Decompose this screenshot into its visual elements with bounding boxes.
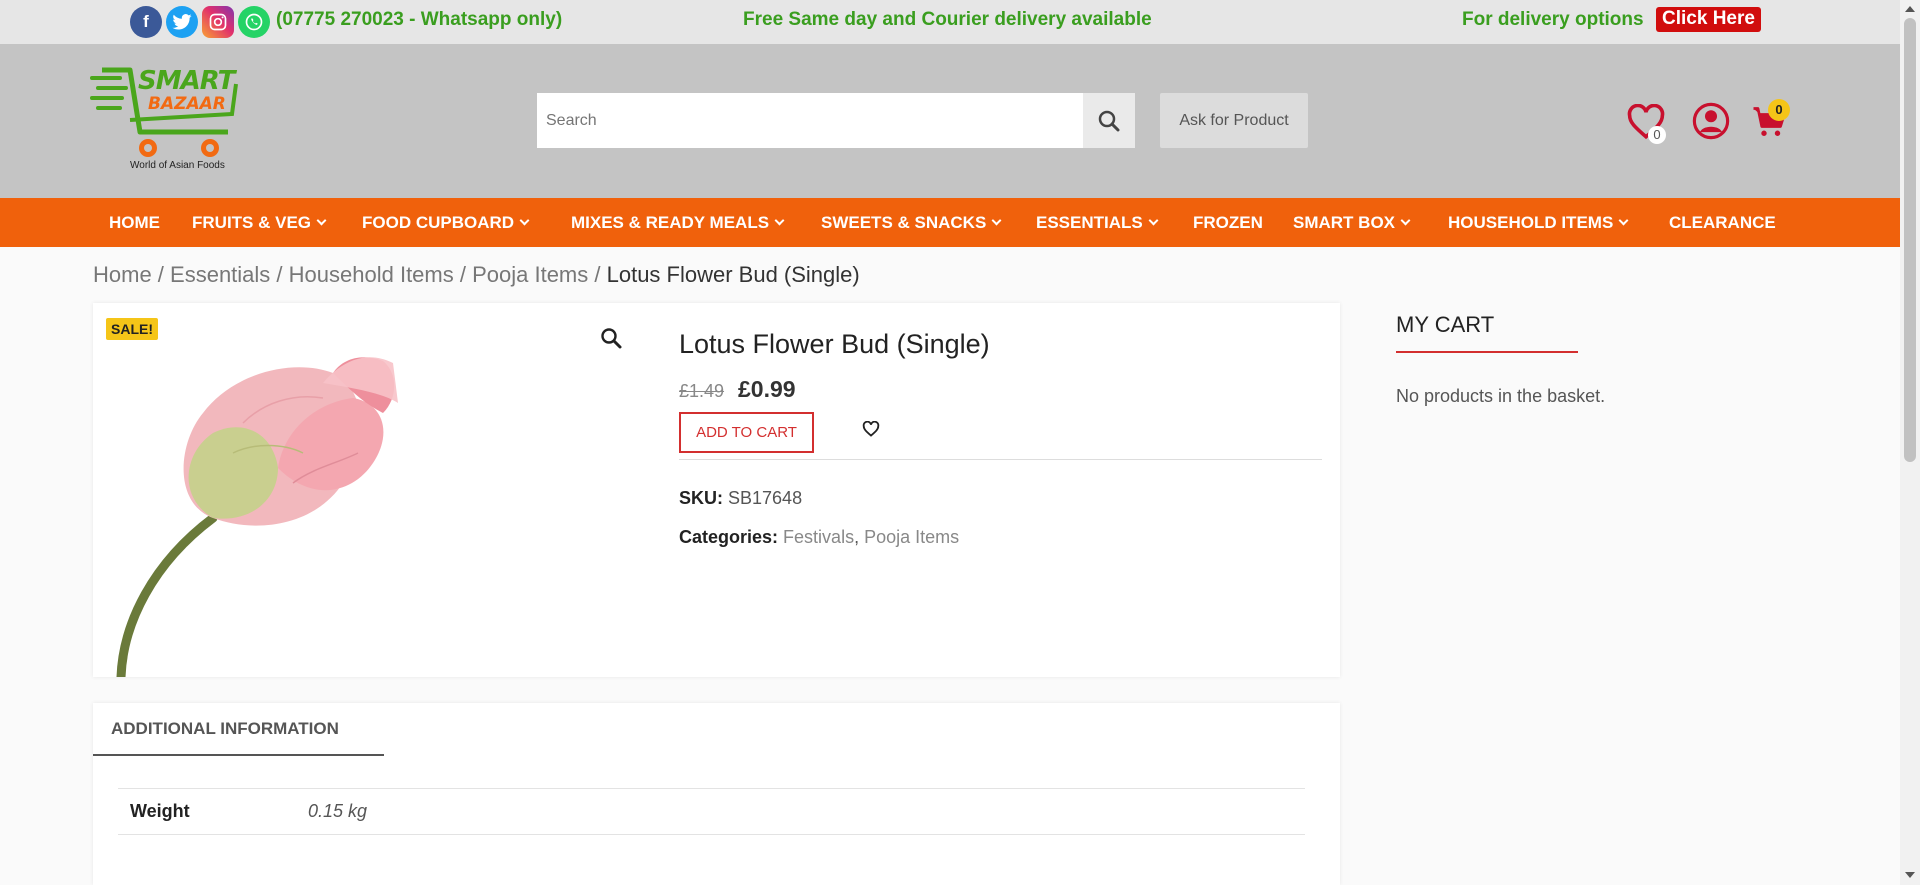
logo-tagline: World of Asian Foods (130, 160, 225, 171)
product-image[interactable]: SALE! (93, 303, 653, 677)
user-icon (1692, 102, 1730, 140)
nav-label: HOME (109, 213, 160, 232)
search-button[interactable] (1083, 93, 1135, 148)
click-here-button[interactable]: Click Here (1656, 7, 1761, 32)
nav-label: HOUSEHOLD ITEMS (1448, 213, 1614, 232)
categories-label: Categories: (679, 527, 779, 547)
breadcrumb-pooja-items[interactable]: Pooja Items (472, 262, 588, 287)
category-link-pooja-items[interactable]: Pooja Items (864, 527, 959, 547)
nav-fruits-veg[interactable]: FRUITS & VEG (192, 198, 327, 247)
nav-label: CLEARANCE (1669, 213, 1776, 232)
chevron-down-icon (774, 215, 785, 226)
facebook-icon[interactable]: f (130, 6, 162, 38)
nav-label: SMART BOX (1293, 213, 1395, 232)
old-price: £1.49 (679, 381, 725, 401)
add-to-wishlist-button[interactable] (862, 420, 880, 442)
product-title: Lotus Flower Bud (Single) (679, 329, 990, 359)
instagram-icon[interactable] (202, 6, 234, 38)
tab-additional-information[interactable]: ADDITIONAL INFORMATION (111, 719, 339, 739)
scrollbar-thumb[interactable] (1904, 18, 1916, 462)
nav-smart-box[interactable]: SMART BOX (1293, 198, 1411, 247)
social-links: f (130, 6, 270, 38)
weight-label: Weight (130, 801, 190, 821)
nav-home[interactable]: HOME (109, 198, 160, 247)
sale-price: £0.99 (738, 376, 796, 402)
delivery-options-text: For delivery options (1462, 9, 1644, 30)
chevron-down-icon (519, 215, 530, 226)
category-separator: , (854, 527, 860, 547)
weight-value: 0.15 kg (308, 801, 368, 821)
nav-essentials[interactable]: ESSENTIALS (1036, 198, 1159, 247)
nav-food-cupboard[interactable]: FOOD CUPBOARD (362, 198, 530, 247)
breadcrumb-separator: / (588, 262, 607, 287)
top-bar: f (07775 270023 - Whatsapp only) Free Sa… (0, 0, 1900, 44)
scroll-down-arrow-icon[interactable] (1905, 872, 1915, 878)
whatsapp-phone[interactable]: (07775 270023 - Whatsapp only) (276, 9, 562, 31)
divider (679, 459, 1322, 460)
logo-text-smart: SMART (138, 66, 235, 96)
nav-mixes-ready-meals[interactable]: MIXES & READY MEALS (571, 198, 785, 247)
zoom-icon[interactable] (599, 326, 623, 357)
attribute-row-weight: Weight 0.15 kg (118, 788, 1305, 835)
nav-label: MIXES & READY MEALS (571, 213, 770, 232)
categories-row: Categories: Festivals, Pooja Items (679, 527, 959, 548)
chevron-down-icon (1400, 215, 1411, 226)
nav-label: FOOD CUPBOARD (362, 213, 515, 232)
page-scrollbar[interactable] (1900, 0, 1920, 885)
nav-label: FROZEN (1193, 213, 1263, 232)
breadcrumb-separator: / (453, 262, 473, 287)
lotus-bud-image (116, 357, 398, 677)
nav-label: SWEETS & SNACKS (821, 213, 987, 232)
ask-for-product-button[interactable]: Ask for Product (1160, 93, 1308, 148)
whatsapp-icon[interactable] (238, 6, 270, 38)
chevron-down-icon (1618, 215, 1629, 226)
add-to-cart-button[interactable]: ADD TO CART (679, 412, 814, 453)
product-tabs: ADDITIONAL INFORMATION Weight 0.15 kg (93, 703, 1340, 885)
site-header: SMART BAZAAR World of Asian Foods Ask fo… (0, 44, 1900, 198)
logo-text-bazaar: BAZAAR (148, 94, 226, 114)
nav-frozen[interactable]: FROZEN (1193, 198, 1263, 247)
chevron-down-icon (991, 215, 1002, 226)
breadcrumb-household-items[interactable]: Household Items (289, 262, 454, 287)
chevron-down-icon (316, 215, 327, 226)
breadcrumb-separator: / (151, 262, 171, 287)
nav-label: FRUITS & VEG (192, 213, 312, 232)
breadcrumb: Home / Essentials / Household Items / Po… (93, 262, 860, 288)
nav-household-items[interactable]: HOUSEHOLD ITEMS (1448, 198, 1629, 247)
nav-sweets-snacks[interactable]: SWEETS & SNACKS (821, 198, 1002, 247)
breadcrumb-current: Lotus Flower Bud (Single) (606, 262, 860, 287)
category-link-festivals[interactable]: Festivals (783, 527, 854, 547)
nav-clearance[interactable]: CLEARANCE (1669, 198, 1776, 247)
product-card: SALE! Lotus Flower Bud (Single) £1.49 £0… (93, 303, 1340, 677)
cart-empty-message: No products in the basket. (1396, 386, 1606, 406)
wishlist-count-badge: 0 (1648, 126, 1666, 144)
nav-label: ESSENTIALS (1036, 213, 1143, 232)
breadcrumb-separator: / (270, 262, 289, 287)
active-tab-underline (93, 754, 384, 756)
sale-badge: SALE! (106, 318, 158, 340)
site-logo[interactable]: SMART BAZAAR World of Asian Foods (90, 66, 240, 178)
free-delivery-banner: Free Same day and Courier delivery avail… (743, 9, 1152, 30)
search-bar (537, 93, 1135, 148)
my-cart-underline (1396, 351, 1578, 353)
my-cart-title: MY CART (1396, 312, 1495, 337)
cart-count-badge: 0 (1768, 99, 1790, 121)
twitter-icon[interactable] (166, 6, 198, 38)
breadcrumb-essentials[interactable]: Essentials (170, 262, 270, 287)
breadcrumb-home[interactable]: Home (93, 262, 152, 287)
search-input[interactable] (537, 93, 1082, 148)
heart-outline-icon (862, 420, 880, 437)
sku-value: SB17648 (728, 488, 803, 508)
search-icon (1098, 110, 1120, 131)
scroll-up-arrow-icon[interactable] (1905, 6, 1915, 12)
sku-label: SKU: (679, 488, 723, 508)
sku-row: SKU: SB17648 (679, 488, 802, 509)
account-button[interactable] (1692, 102, 1730, 145)
chevron-down-icon (1148, 215, 1159, 226)
main-nav: HOME FRUITS & VEG FOOD CUPBOARD MIXES & … (0, 198, 1900, 247)
